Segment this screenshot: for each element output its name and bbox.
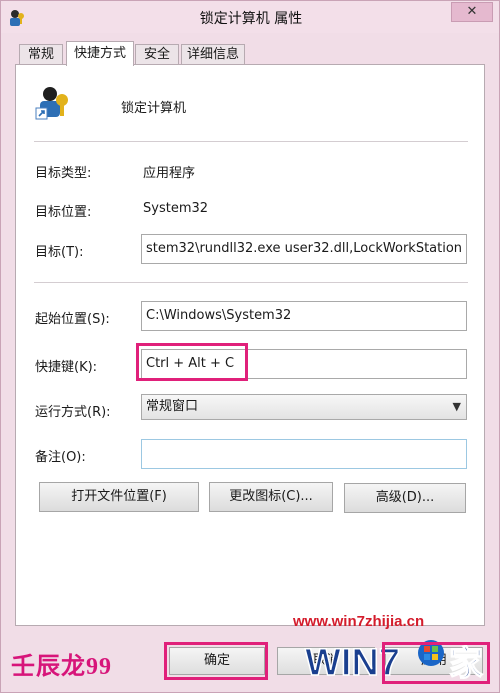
target-input[interactable]: stem32\rundll32.exe user32.dll,LockWorkS…	[141, 234, 467, 264]
run-select[interactable]: 常规窗口 ▼	[141, 394, 467, 420]
title-bar: 锁定计算机 属性 ✕	[1, 1, 499, 33]
shortcut-name: 锁定计算机	[121, 101, 187, 116]
hotkey-label: 快捷键(K):	[35, 360, 98, 375]
watermark-author: 壬辰龙99	[11, 654, 112, 680]
comment-label: 备注(O):	[35, 450, 86, 465]
target-location-label: 目标位置:	[35, 205, 92, 220]
target-type-value: 应用程序	[143, 166, 196, 181]
close-button[interactable]: ✕	[451, 2, 493, 22]
ok-button[interactable]: 确定	[169, 647, 265, 675]
tab-shortcut[interactable]: 快捷方式	[66, 41, 134, 66]
start-in-label: 起始位置(S):	[35, 312, 110, 327]
shortcut-file-icon	[35, 87, 68, 120]
window-title: 锁定计算机 属性	[199, 11, 303, 27]
target-location-value: System32	[143, 201, 209, 216]
properties-window: 锁定计算机 属性 ✕ 常规 快捷方式 安全 详细信息 锁定计算机 目标类型: 应…	[0, 0, 500, 693]
open-file-location-button[interactable]: 打开文件位置(F)	[39, 482, 199, 512]
hotkey-input[interactable]: Ctrl + Alt + C	[141, 349, 467, 379]
tab-details[interactable]: 详细信息	[181, 44, 245, 64]
divider	[34, 141, 468, 142]
tab-security[interactable]: 安全	[135, 44, 179, 64]
run-select-value: 常规窗口	[146, 399, 199, 414]
win7-logo: WIN7 家	[304, 640, 484, 685]
chevron-down-icon: ▼	[452, 400, 461, 413]
target-type-label: 目标类型:	[35, 166, 92, 181]
logo-text: WIN7	[305, 642, 400, 684]
close-icon: ✕	[466, 4, 478, 19]
logo-suffix: 家	[449, 644, 483, 684]
start-in-input[interactable]: C:\Windows\System32	[141, 301, 467, 331]
target-label: 目标(T):	[35, 245, 84, 260]
shortcut-panel	[15, 64, 485, 626]
change-icon-button[interactable]: 更改图标(C)...	[209, 482, 333, 512]
run-label: 运行方式(R):	[35, 405, 111, 420]
advanced-button[interactable]: 高级(D)...	[344, 483, 466, 513]
tab-general[interactable]: 常规	[19, 44, 63, 64]
divider	[34, 282, 468, 283]
watermark-url: www.win7zhijia.cn	[293, 613, 425, 630]
comment-input[interactable]	[141, 439, 467, 469]
